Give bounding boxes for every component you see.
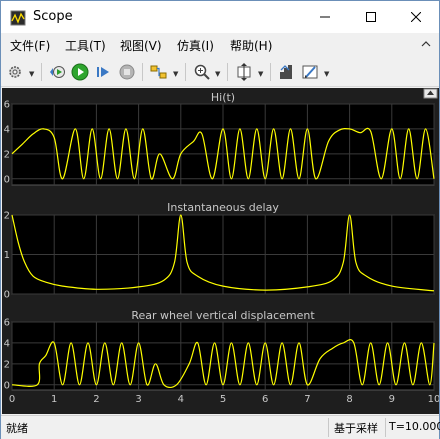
plot-title: Instantaneous delay xyxy=(167,201,279,214)
toolbar-separator xyxy=(185,63,186,81)
highlight-block-button[interactable] xyxy=(148,61,170,83)
zoom-button[interactable] xyxy=(192,61,212,83)
sample-based-label: 基于采样 xyxy=(334,422,378,435)
style-dropdown-caret[interactable]: ▼ xyxy=(324,70,329,78)
restore-settings-icon xyxy=(50,66,65,78)
y-tick-label: 6 xyxy=(4,100,10,111)
menu-view[interactable]: 视图(V) xyxy=(120,37,162,54)
gear-icon xyxy=(9,66,21,78)
run-icon xyxy=(71,63,89,81)
stop-button[interactable] xyxy=(117,61,137,83)
scope-app-icon xyxy=(10,10,26,26)
stop-icon xyxy=(119,64,135,80)
x-tick-label: 6 xyxy=(262,394,268,405)
style-icon xyxy=(302,65,318,79)
y-tick-label: 0 xyxy=(4,380,10,391)
plot-panel-2: Instantaneous delay 0 1 2 xyxy=(4,201,435,301)
simulation-time-label: T=10.000 xyxy=(389,420,440,433)
cursor-measurements-button[interactable] xyxy=(276,61,296,83)
status-ready-text: 就绪 xyxy=(6,422,28,435)
undock-icon[interactable] xyxy=(423,88,438,99)
settings-button[interactable] xyxy=(6,61,24,83)
toolbar-separator xyxy=(270,63,271,81)
settings-dropdown-caret[interactable]: ▼ xyxy=(29,70,34,78)
toolbar: ▼ ▼ ▼ ▼ ▼ xyxy=(1,57,439,87)
x-tick-label: 9 xyxy=(389,394,395,405)
x-tick-label: 7 xyxy=(304,394,310,405)
cursor-measure-icon xyxy=(280,65,292,79)
close-button[interactable] xyxy=(393,1,439,33)
status-bar: 就绪 基于采样 T=10.000 xyxy=(1,415,440,439)
run-button[interactable] xyxy=(70,61,90,83)
menu-tools[interactable]: 工具(T) xyxy=(65,37,106,54)
toolbar-separator xyxy=(41,63,42,81)
step-forward-icon xyxy=(97,67,109,77)
x-tick-label: 1 xyxy=(51,394,57,405)
plot-title: Hi(t) xyxy=(211,91,235,104)
highlight-icon xyxy=(150,65,167,79)
menu-bar: 文件(F) 工具(T) 视图(V) 仿真(I) 帮助(H) xyxy=(1,34,439,56)
highlight-dropdown-caret[interactable]: ▼ xyxy=(173,70,178,78)
y-tick-label: 4 xyxy=(4,338,10,349)
status-divider xyxy=(328,418,329,437)
x-tick-label: 2 xyxy=(93,394,99,405)
y-tick-label: 0 xyxy=(4,174,10,185)
menu-simulation[interactable]: 仿真(I) xyxy=(177,37,214,54)
restore-settings-button[interactable] xyxy=(48,61,68,83)
menu-file[interactable]: 文件(F) xyxy=(10,37,50,54)
x-tick-label: 8 xyxy=(346,394,352,405)
step-forward-button[interactable] xyxy=(93,61,113,83)
maximize-icon xyxy=(366,12,376,22)
x-tick-label: 0 xyxy=(9,394,15,405)
y-tick-label: 2 xyxy=(4,359,10,370)
style-button[interactable] xyxy=(300,61,320,83)
y-tick-label: 2 xyxy=(4,211,10,222)
menu-help[interactable]: 帮助(H) xyxy=(230,37,272,54)
plot-panel-1: Hi(t) 0 2 4 6 xyxy=(4,91,435,186)
close-icon xyxy=(411,12,421,22)
x-tick-label: 4 xyxy=(178,394,184,405)
toolbar-separator xyxy=(142,63,143,81)
y-tick-label: 6 xyxy=(4,318,10,329)
scale-dropdown-caret[interactable]: ▼ xyxy=(258,70,263,78)
minimize-icon xyxy=(320,16,330,18)
status-divider xyxy=(385,418,386,437)
zoom-in-icon xyxy=(194,64,210,80)
plot-panel-3: Rear wheel vertical displacement 0 1 2 3 4 5 6 7… xyxy=(4,309,440,405)
x-tick-label: 5 xyxy=(220,394,226,405)
minimize-button[interactable] xyxy=(302,1,348,33)
plot-title: Rear wheel vertical displacement xyxy=(131,309,315,322)
y-tick-label: 2 xyxy=(4,149,10,160)
scope-window: Scope 文件(F) 工具(T) 视图(V) 仿真(I) 帮助(H) ▼ ▼ … xyxy=(0,0,440,439)
scale-axes-button[interactable] xyxy=(234,61,254,83)
collapse-toolbar-icon[interactable] xyxy=(421,39,431,49)
x-tick-label: 3 xyxy=(135,394,141,405)
window-title: Scope xyxy=(33,9,73,24)
toolbar-separator xyxy=(227,63,228,81)
y-tick-label: 0 xyxy=(4,290,10,301)
scale-axes-icon xyxy=(237,63,251,81)
scope-plots-svg[interactable]: Hi(t)0246Instantaneous delay012Rear whee… xyxy=(2,88,440,414)
scope-display[interactable]: Hi(t) 0 2 4 6 Instantaneous delay 0 1 2 Rear whee… xyxy=(2,88,440,414)
y-tick-label: 1 xyxy=(4,250,10,261)
y-tick-label: 4 xyxy=(4,124,10,135)
title-bar[interactable]: Scope xyxy=(1,1,439,33)
zoom-dropdown-caret[interactable]: ▼ xyxy=(215,70,220,78)
x-tick-label: 10 xyxy=(428,394,439,405)
maximize-button[interactable] xyxy=(348,1,394,33)
